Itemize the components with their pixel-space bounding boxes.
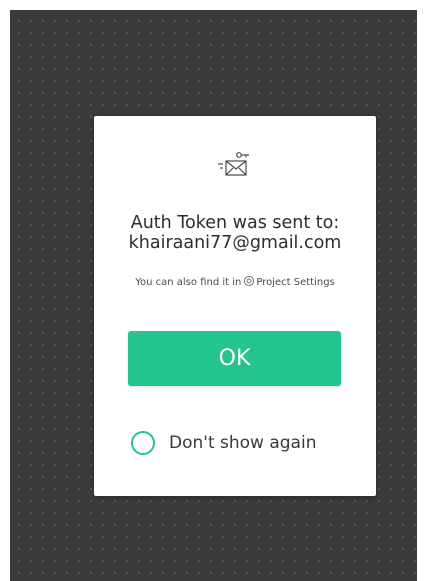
checkbox-circle[interactable] [131,431,155,455]
app-background: Auth Token was sent to: khairaani77@gmai… [10,10,417,581]
gear-icon [244,275,255,287]
email-address: khairaani77@gmail.com [128,233,342,253]
ok-button[interactable]: OK [128,331,341,386]
dont-show-again-checkbox[interactable]: Don't show again [131,428,316,458]
hint-text: You can also find it in Project Settings [94,275,376,288]
hint-prefix: You can also find it in [135,277,242,288]
dialog-title: Auth Token was sent to: [130,213,340,233]
project-settings-link[interactable]: Project Settings [256,277,334,288]
auth-token-dialog: Auth Token was sent to: khairaani77@gmai… [94,116,376,496]
dont-show-again-label: Don't show again [169,433,317,453]
mail-sent-icon [218,152,249,176]
